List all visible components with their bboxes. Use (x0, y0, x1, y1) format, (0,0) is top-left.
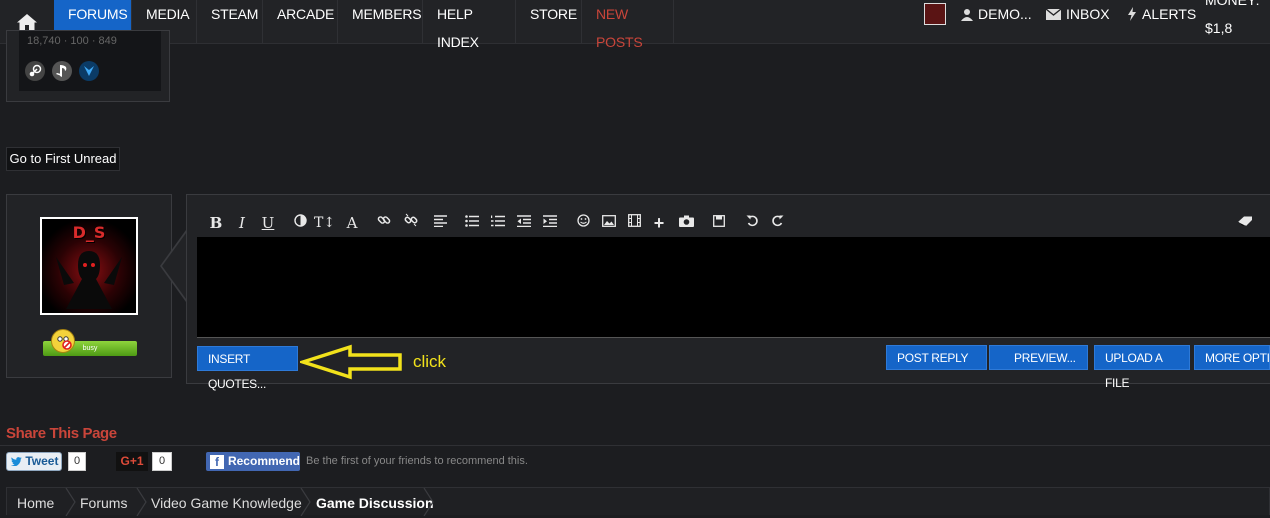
breadcrumb-forums[interactable]: Forums (80, 488, 127, 516)
panel-pointer-inner (162, 233, 186, 299)
camera-icon[interactable] (677, 213, 695, 233)
bullet-list-icon[interactable] (463, 213, 481, 233)
nav-help-index[interactable]: HELP INDEX (423, 0, 516, 50)
nav-store[interactable]: STORE (516, 0, 582, 43)
unlink-icon[interactable] (402, 213, 420, 233)
font-icon[interactable]: A (343, 213, 361, 233)
playstation-icon[interactable] (52, 61, 72, 81)
inbox-link[interactable]: INBOX (1046, 0, 1110, 28)
envelope-icon (1046, 8, 1061, 20)
chevron-right-icon (423, 488, 434, 516)
gplus-button[interactable]: G+1 (116, 452, 148, 471)
avatar-image: D_S (42, 219, 136, 313)
nav-steam[interactable]: STEAM (197, 0, 263, 43)
align-left-icon[interactable] (431, 213, 449, 233)
facebook-recommend-button[interactable]: f Recommend (206, 452, 300, 471)
image-icon[interactable] (600, 213, 618, 233)
user-icon (961, 8, 973, 21)
profile-stats-box: 18,740 · 100 · 849 (6, 30, 170, 102)
alerts-label: ALERTS (1142, 6, 1197, 22)
undo-icon[interactable] (743, 213, 761, 233)
outdent-icon[interactable] (515, 213, 533, 233)
tweet-label: Tweet (25, 454, 59, 468)
bold-icon[interactable]: B (207, 213, 225, 233)
insert-quotes-button[interactable]: INSERT QUOTES... (197, 346, 298, 391)
editor-toolbar: B I U T↕ A + (207, 213, 1267, 233)
contrast-icon[interactable] (291, 213, 309, 233)
post-reply-button[interactable]: POST REPLY (886, 345, 987, 370)
nav-members[interactable]: MEMBERS (338, 0, 423, 43)
recommend-label: Recommend (227, 454, 300, 468)
yellow-arrow-icon (300, 344, 402, 380)
eraser-icon[interactable] (1236, 213, 1254, 233)
upload-file-button[interactable]: UPLOAD A FILE (1094, 345, 1190, 390)
alerts-link[interactable]: ALERTS (1127, 0, 1196, 28)
nav-arcade[interactable]: ARCADE (263, 0, 338, 43)
insert-icon[interactable]: + (650, 213, 668, 233)
go-to-first-unread-button[interactable]: Go to First Unread (6, 147, 120, 171)
facebook-social-text: Be the first of your friends to recommen… (306, 455, 528, 467)
twitter-icon (11, 457, 22, 467)
facebook-icon: f (210, 454, 224, 469)
media-icon[interactable] (625, 213, 643, 233)
smiley-icon[interactable] (574, 213, 592, 233)
avatar[interactable]: D_S (40, 217, 138, 315)
top-nav: FORUMS MEDIA STEAM ARCADE MEMBERS HELP I… (0, 0, 1270, 50)
chevron-right-icon (136, 488, 147, 516)
chevron-right-icon (65, 488, 76, 516)
breadcrumb-game-discussion[interactable]: Game Discussion (316, 488, 434, 516)
share-title: Share This Page (6, 425, 117, 442)
tweet-button[interactable]: Tweet (6, 452, 62, 471)
breadcrumb: Home Forums Video Game Knowledge Game Di… (6, 487, 1270, 516)
lightning-icon (1128, 7, 1136, 21)
steam-icon[interactable] (25, 61, 45, 81)
profile-stats: 18,740 · 100 · 849 (27, 35, 117, 47)
redo-icon[interactable] (768, 213, 786, 233)
message-editor[interactable] (197, 237, 1270, 338)
user-avatar-icon (924, 3, 946, 25)
profile-stats-inner: 18,740 · 100 · 849 (19, 31, 161, 91)
preview-button[interactable]: PREVIEW... (989, 345, 1088, 370)
username-label: DEMO... (978, 6, 1032, 22)
link-icon[interactable] (375, 213, 393, 233)
user-panel: D_S busy (6, 194, 172, 378)
indent-icon[interactable] (541, 213, 559, 233)
gplus-count: 0 (152, 452, 172, 471)
status-face-icon (51, 329, 75, 353)
click-annotation: click (413, 352, 447, 371)
breadcrumb-video-game-knowledge[interactable]: Video Game Knowledge (151, 488, 302, 516)
divider (0, 445, 1270, 446)
save-icon[interactable] (710, 213, 728, 233)
underline-icon[interactable]: U (259, 213, 277, 233)
italic-icon[interactable]: I (233, 213, 251, 233)
chevron-right-icon (300, 488, 311, 516)
user-menu[interactable]: DEMO... (924, 0, 1032, 28)
breadcrumb-home[interactable]: Home (17, 488, 54, 516)
text-size-icon[interactable]: T↕ (314, 213, 335, 233)
avatar-tag: D_S (72, 223, 106, 242)
number-list-icon[interactable] (489, 213, 507, 233)
status-label: busy (82, 345, 98, 352)
inbox-label: INBOX (1066, 6, 1110, 22)
nav-new-posts[interactable]: NEW POSTS (582, 0, 674, 50)
tweet-count: 0 (68, 452, 86, 471)
money-label: MONEY: $1,8 (1205, 0, 1260, 36)
destiny-icon[interactable] (79, 61, 99, 81)
more-options-button[interactable]: MORE OPTIONS... (1194, 345, 1270, 370)
